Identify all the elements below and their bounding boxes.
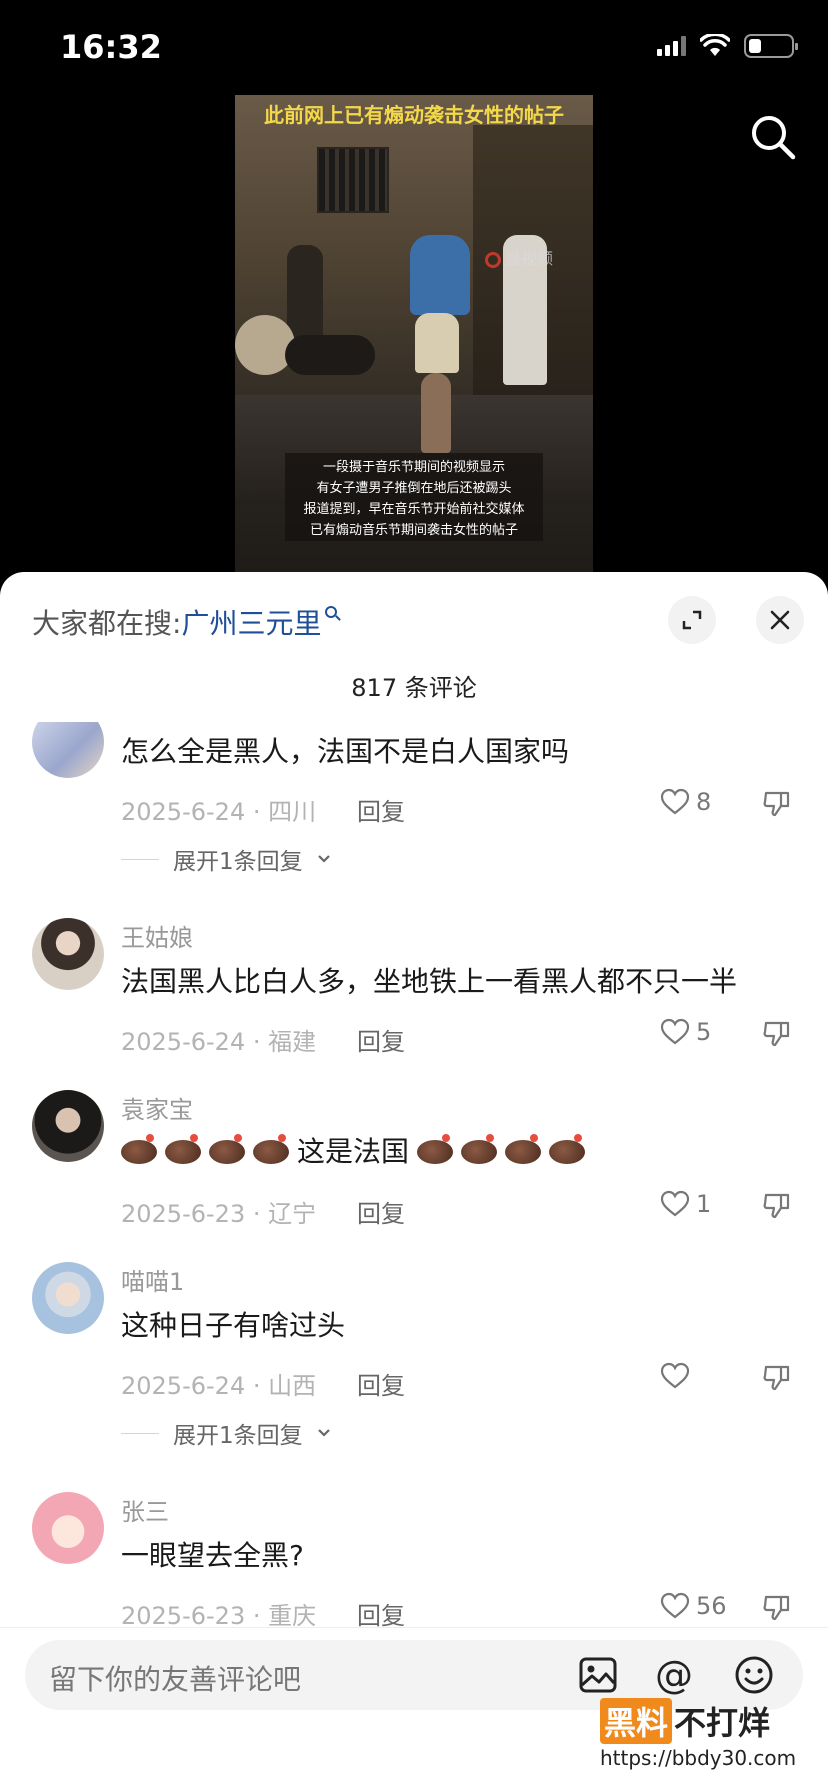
comment-text: 一眼望去全黑? [121, 1539, 304, 1572]
like-count: 8 [696, 788, 712, 816]
dislike-icon[interactable] [762, 1364, 792, 1392]
comment-date-location: 2025-6-24 · 山西 [121, 1372, 317, 1400]
avatar[interactable] [32, 1262, 104, 1334]
poop-emoji-icon [505, 1134, 542, 1164]
expand-icon [682, 610, 702, 630]
comment-date-location: 2025-6-24 · 四川 [121, 798, 317, 826]
like-button[interactable]: 5 [660, 1018, 711, 1046]
dislike-icon[interactable] [762, 1192, 792, 1220]
signal-icon [657, 36, 686, 56]
dislike-icon[interactable] [762, 1020, 792, 1048]
video-watermark: 晨视频 [485, 245, 553, 269]
like-button[interactable]: 56 [660, 1592, 727, 1620]
comment-item: 喵喵1 这种日子有啥过头 2025-6-24 · 山西 回复 展开1条回复 [0, 1262, 828, 1462]
poop-emoji-icon [549, 1134, 586, 1164]
comment-text: 怎么全是黑人，法国不是白人国家吗 [121, 735, 570, 768]
comment-item: 怎么全是黑人，法国不是白人国家吗 2025-6-24 · 四川 回复 8 展开1… [0, 722, 828, 882]
comment-username[interactable]: 王姑娘 [121, 918, 193, 953]
like-button[interactable]: 1 [660, 1190, 711, 1218]
site-url: https://bbdy30.com [600, 1746, 797, 1770]
like-count: 56 [696, 1592, 727, 1620]
expand-button[interactable] [668, 596, 716, 644]
image-icon[interactable] [577, 1654, 619, 1696]
status-time: 16:32 [60, 28, 162, 66]
comment-sheet: 大家都在搜:广州三元里 817 条评论 怎么全是黑人，法国不是白人国家吗 202… [0, 572, 828, 1792]
site-watermark: 黑料 不打烊 https://bbdy30.com [600, 1698, 800, 1770]
hot-search[interactable]: 大家都在搜:广州三元里 [32, 602, 338, 642]
wifi-icon [700, 34, 730, 56]
reply-button[interactable]: 回复 [357, 1366, 405, 1401]
like-button[interactable]: 8 [660, 788, 711, 816]
comment-item: 袁家宝 这是法国 2025-6-23 · 辽宁 回复 1 [0, 1090, 828, 1240]
close-button[interactable] [756, 596, 804, 644]
reply-button[interactable]: 回复 [357, 792, 405, 827]
avatar[interactable] [32, 918, 104, 990]
like-count: 1 [696, 1190, 712, 1218]
dislike-icon[interactable] [762, 790, 792, 818]
hot-search-keyword[interactable]: 广州三元里 [181, 607, 321, 640]
chevron-down-icon [317, 1429, 330, 1437]
comment-date-location: 2025-6-24 · 福建 [121, 1028, 317, 1056]
poop-emoji-icon [461, 1134, 498, 1164]
like-button[interactable] [660, 1362, 696, 1390]
avatar[interactable] [32, 1492, 104, 1564]
comment-username[interactable]: 张三 [121, 1492, 169, 1527]
status-bar: 16:32 [0, 0, 828, 100]
comment-username[interactable]: 喵喵1 [121, 1262, 184, 1297]
comment-item: 张三 一眼望去全黑? 2025-6-23 · 重庆 回复 56 [0, 1492, 828, 1628]
poop-emoji-icon [209, 1134, 245, 1164]
close-icon [770, 610, 790, 630]
heart-icon [660, 1362, 690, 1389]
emoji-icon[interactable] [733, 1654, 775, 1696]
search-icon [325, 606, 338, 618]
comment-date-location: 2025-6-23 · 重庆 [121, 1602, 317, 1628]
status-icons [657, 34, 798, 58]
expand-replies-button[interactable]: 展开1条回复 [121, 1416, 331, 1450]
heart-icon [660, 1190, 690, 1217]
comment-item: 王姑娘 法国黑人比白人多，坐地铁上一看黑人都不只一半 2025-6-24 · 福… [0, 918, 828, 1068]
poop-emoji-icon [253, 1134, 289, 1164]
heart-icon [660, 1592, 690, 1619]
poop-emoji-icon [121, 1134, 157, 1164]
video-bottom-caption: 一段摄于音乐节期间的视频显示 有女子遭男子推倒在地后还被踢头 报道提到，早在音乐… [303, 460, 525, 538]
comment-list[interactable]: 怎么全是黑人，法国不是白人国家吗 2025-6-24 · 四川 回复 8 展开1… [0, 722, 828, 1628]
comment-date-location: 2025-6-23 · 辽宁 [121, 1200, 317, 1228]
search-icon[interactable] [748, 112, 798, 162]
like-count: 5 [696, 1018, 712, 1046]
comment-count: 817 条评论 [351, 674, 477, 702]
at-icon[interactable]: @ [653, 1654, 695, 1696]
comment-text: 这种日子有啥过头 [121, 1309, 346, 1342]
heart-icon [660, 788, 690, 815]
chevron-down-icon [317, 855, 330, 863]
reply-button[interactable]: 回复 [357, 1022, 405, 1057]
poop-emoji-icon [417, 1134, 454, 1164]
video-player[interactable]: 此前网上已有煽动袭击女性的帖子 晨视频 一段摄于音乐节期间的视频显示 有女子遭男… [235, 95, 593, 575]
video-top-caption: 此前网上已有煽动袭击女性的帖子 [264, 103, 564, 127]
expand-replies-button[interactable]: 展开1条回复 [121, 842, 331, 876]
comment-text: 法国黑人比白人多，坐地铁上一看黑人都不只一半 [121, 965, 738, 998]
dislike-icon[interactable] [762, 1594, 792, 1622]
poop-emoji-icon [165, 1134, 201, 1164]
avatar[interactable] [32, 722, 104, 778]
battery-icon [744, 34, 798, 58]
sheet-header: 大家都在搜:广州三元里 817 条评论 [0, 572, 828, 722]
avatar[interactable] [32, 1090, 104, 1162]
heart-icon [660, 1018, 690, 1045]
reply-button[interactable]: 回复 [357, 1194, 405, 1229]
reply-button[interactable]: 回复 [357, 1596, 405, 1628]
comment-text: 这是法国 [121, 1130, 593, 1170]
site-logo: 黑料 不打烊 [600, 1698, 800, 1744]
comment-username[interactable]: 袁家宝 [121, 1090, 193, 1125]
comment-input-placeholder: 留下你的友善评论吧 [49, 1663, 302, 1696]
